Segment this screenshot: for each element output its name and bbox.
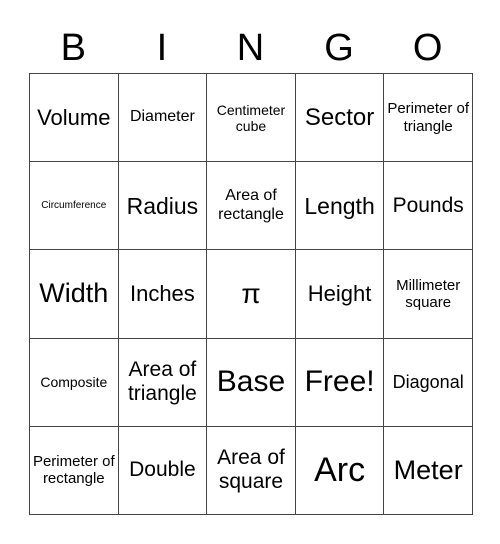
bingo-cell[interactable]: Double — [117, 425, 208, 516]
bingo-cell[interactable]: Circumference — [29, 161, 119, 251]
bingo-cell[interactable]: Area of triangle — [117, 337, 208, 427]
bingo-cell[interactable]: Inches — [117, 249, 208, 339]
free-space-cell[interactable]: Free! — [294, 337, 385, 427]
header-letter-i: I — [156, 27, 168, 69]
bingo-row: Circumference Radius Area of rectangle Leng… — [29, 161, 473, 251]
bingo-card: Volume Diameter Centimeter cube Sector Perim… — [29, 72, 473, 516]
bingo-cell[interactable]: Meter — [383, 425, 473, 516]
bingo-header: B I N G O — [29, 22, 472, 74]
bingo-cell[interactable]: Sector — [294, 72, 385, 163]
header-letter-g: G — [324, 27, 354, 69]
bingo-cell[interactable]: Area of rectangle — [206, 161, 296, 251]
bingo-cell[interactable]: Centimeter cube — [206, 72, 296, 163]
header-letter-n: N — [236, 27, 265, 69]
bingo-cell[interactable]: Millimeter square — [383, 249, 473, 339]
bingo-row: Volume Diameter Centimeter cube Sector Perim… — [29, 72, 473, 163]
bingo-cell[interactable]: Height — [294, 249, 385, 339]
bingo-cell[interactable]: Arc — [294, 425, 385, 516]
bingo-row: Width Inches π Height Millimeter square — [29, 249, 473, 339]
header-letter-o: O — [412, 27, 443, 69]
bingo-cell[interactable]: Perimeter of rectangle — [29, 425, 119, 516]
bingo-cell[interactable]: Composite — [29, 337, 119, 427]
bingo-cell[interactable]: Length — [294, 161, 385, 251]
bingo-cell[interactable]: Radius — [117, 161, 208, 251]
bingo-cell[interactable]: Volume — [29, 72, 119, 163]
bingo-cell[interactable]: Diameter — [117, 72, 208, 163]
header-letter-b: B — [60, 27, 86, 69]
bingo-cell[interactable]: Pounds — [383, 161, 473, 251]
bingo-cell[interactable]: π — [206, 249, 296, 339]
bingo-cell[interactable]: Base — [206, 337, 296, 427]
bingo-cell[interactable]: Perimeter of triangle — [383, 72, 473, 163]
bingo-row: Composite Area of triangle Base Free! Diagon… — [29, 337, 473, 427]
bingo-row: Perimeter of rectangle Double Area of squa… — [29, 425, 473, 516]
bingo-cell[interactable]: Width — [29, 249, 119, 339]
bingo-cell[interactable]: Diagonal — [383, 337, 473, 427]
bingo-cell[interactable]: Area of square — [206, 425, 296, 516]
